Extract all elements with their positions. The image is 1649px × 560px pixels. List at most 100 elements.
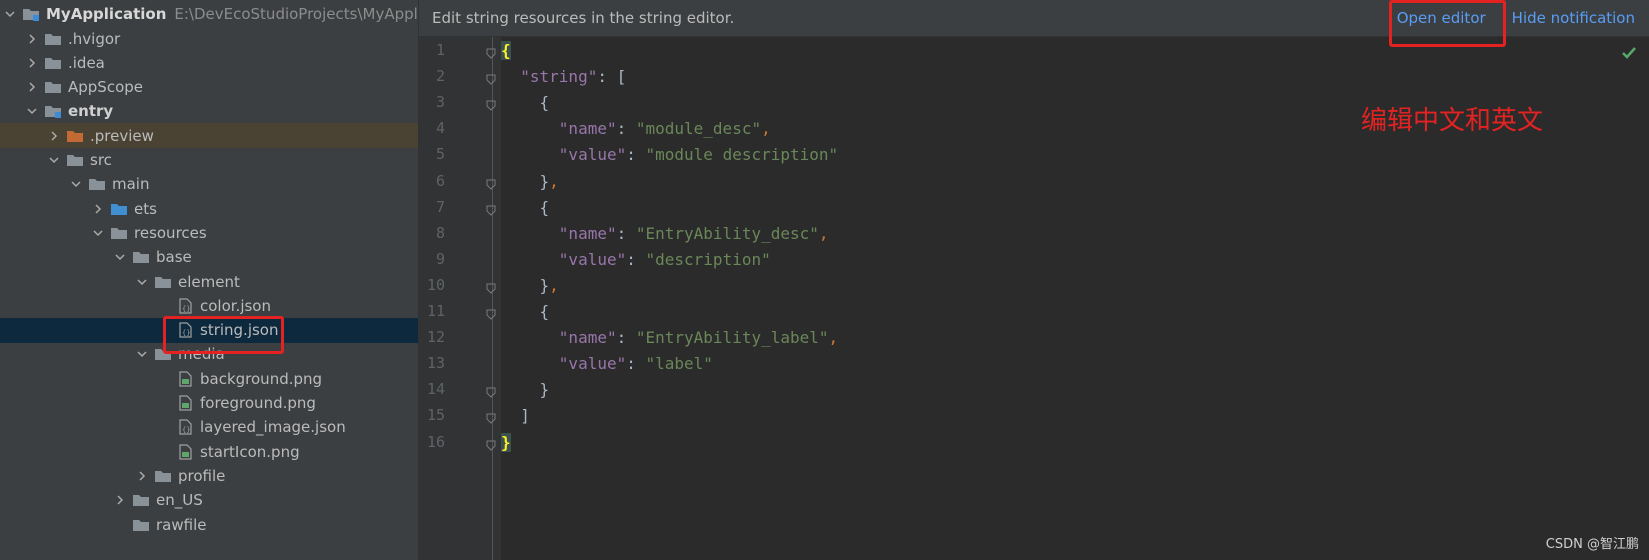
tree-item[interactable]: startIcon.png	[0, 439, 418, 464]
code-token: ,	[828, 328, 839, 348]
image-file-icon	[176, 443, 194, 460]
chevron-down-icon[interactable]	[24, 103, 40, 119]
line-number: 3	[435, 93, 445, 112]
chevron-down-icon[interactable]	[134, 274, 150, 290]
fold-marker-icon[interactable]	[485, 436, 497, 451]
chevron-right-icon[interactable]	[24, 79, 40, 95]
chevron-right-icon[interactable]	[24, 31, 40, 47]
chevron-right-icon[interactable]	[46, 128, 62, 144]
tree-item-label: .idea	[68, 53, 105, 72]
code-line[interactable]: {	[501, 194, 550, 221]
tree-item[interactable]: main	[0, 172, 418, 197]
fold-marker-icon[interactable]	[485, 409, 497, 425]
tree-item[interactable]: {} color.json	[0, 293, 418, 318]
code-line[interactable]: },	[501, 168, 559, 195]
tree-item[interactable]: rawfile	[0, 512, 418, 537]
code-line[interactable]: "name": "module_desc",	[501, 115, 771, 142]
image-file-icon	[176, 395, 194, 411]
line-number: 8	[435, 223, 445, 242]
chevron-down-icon[interactable]	[112, 249, 128, 265]
code-line[interactable]: {	[501, 37, 511, 64]
fold-marker-icon[interactable]	[485, 70, 497, 85]
chevron-right-icon[interactable]	[134, 468, 150, 484]
fold-marker-icon[interactable]	[485, 383, 497, 399]
line-number: 12	[426, 328, 445, 347]
fold-marker-icon[interactable]	[485, 175, 497, 190]
code-token: :	[626, 145, 646, 165]
json-file-icon: {}	[176, 298, 194, 314]
tree-item-label: entry	[68, 102, 114, 121]
chevron-right-icon[interactable]	[90, 201, 106, 217]
code-line[interactable]: "name": "EntryAbility_label",	[501, 324, 838, 351]
chevron-down-icon[interactable]	[2, 6, 18, 22]
tree-item[interactable]: foreground.png	[0, 391, 418, 416]
chevron-right-icon[interactable]	[24, 55, 40, 71]
code-token: ,	[549, 275, 559, 295]
tree-item[interactable]: .preview	[0, 123, 418, 149]
fold-marker-icon[interactable]	[485, 44, 497, 59]
chevron-down-icon[interactable]	[90, 225, 106, 241]
code-line[interactable]: }	[501, 429, 511, 456]
tree-item-label: element	[178, 272, 240, 291]
orange-folder-icon	[66, 128, 84, 144]
chevron-down-icon[interactable]	[134, 346, 150, 362]
chevron-down-icon[interactable]	[68, 176, 84, 192]
tree-item[interactable]: AppScope	[0, 75, 418, 100]
tree-item[interactable]: .hvigor	[0, 26, 418, 51]
tree-item-label: main	[112, 175, 150, 194]
code-token: {	[501, 197, 550, 217]
tree-item[interactable]: resources	[0, 220, 418, 245]
folder-icon	[66, 152, 84, 168]
fold-marker-icon[interactable]	[485, 201, 497, 216]
code-token: :	[626, 249, 646, 269]
tree-item-label: src	[90, 151, 112, 169]
project-name: MyApplication	[46, 4, 167, 23]
code-token: :	[616, 119, 636, 139]
tree-item[interactable]: {} layered_image.json	[0, 415, 418, 440]
tree-item[interactable]: en_US	[0, 488, 418, 513]
code-line[interactable]: {	[501, 298, 550, 325]
tree-item[interactable]: src	[0, 148, 418, 173]
folder-icon	[44, 79, 62, 95]
svg-text:{}: {}	[182, 305, 190, 313]
code-line[interactable]: "value": "module description"	[501, 141, 838, 168]
json-file-icon: {}	[176, 419, 194, 435]
fold-marker-icon[interactable]	[485, 96, 497, 111]
line-number: 15	[426, 406, 445, 425]
code-token: }	[501, 275, 550, 295]
code-line[interactable]: ]	[501, 402, 530, 429]
fold-marker-icon[interactable]	[485, 279, 497, 294]
code-line[interactable]: {	[501, 89, 550, 116]
chevron-right-icon[interactable]	[112, 492, 128, 508]
code-line[interactable]: },	[501, 272, 559, 299]
tree-item[interactable]: background.png	[0, 366, 418, 391]
fold-marker-icon[interactable]	[485, 305, 497, 320]
tree-item[interactable]: element	[0, 269, 418, 294]
tree-item-label: background.png	[200, 369, 323, 388]
code-line[interactable]: }	[501, 376, 550, 403]
tree-root-row[interactable]: MyApplication E:\DevEcoStudioProjects\My…	[0, 1, 418, 26]
tree-item[interactable]: ets	[0, 196, 418, 221]
code-line[interactable]: "string": [	[501, 63, 626, 90]
notification-message: Edit string resources in the string edit…	[432, 9, 735, 27]
line-number: 7	[435, 197, 445, 216]
gutter-divider	[492, 37, 493, 560]
code-line[interactable]: "value": "description"	[501, 246, 771, 273]
chevron-down-icon[interactable]	[46, 152, 62, 168]
tree-item[interactable]: base	[0, 245, 418, 270]
code-line[interactable]: "value": "label"	[501, 350, 713, 377]
tree-item[interactable]: profile	[0, 463, 418, 488]
code-token: "name"	[558, 223, 617, 243]
editor-gutter: 1 2 3 4 5 6 7 8 9 10 11 12 13 14 15 16	[419, 37, 501, 560]
tree-item-label: foreground.png	[200, 394, 316, 412]
tree-item[interactable]: .idea	[0, 50, 418, 75]
hide-notification-link[interactable]: Hide notification	[1512, 9, 1635, 27]
code-token: "description"	[645, 249, 771, 269]
tree-item[interactable]: entry	[0, 99, 418, 124]
code-line[interactable]: "name": "EntryAbility_desc",	[501, 220, 829, 247]
line-number: 2	[435, 67, 445, 86]
tree-item-label: .preview	[90, 126, 154, 145]
